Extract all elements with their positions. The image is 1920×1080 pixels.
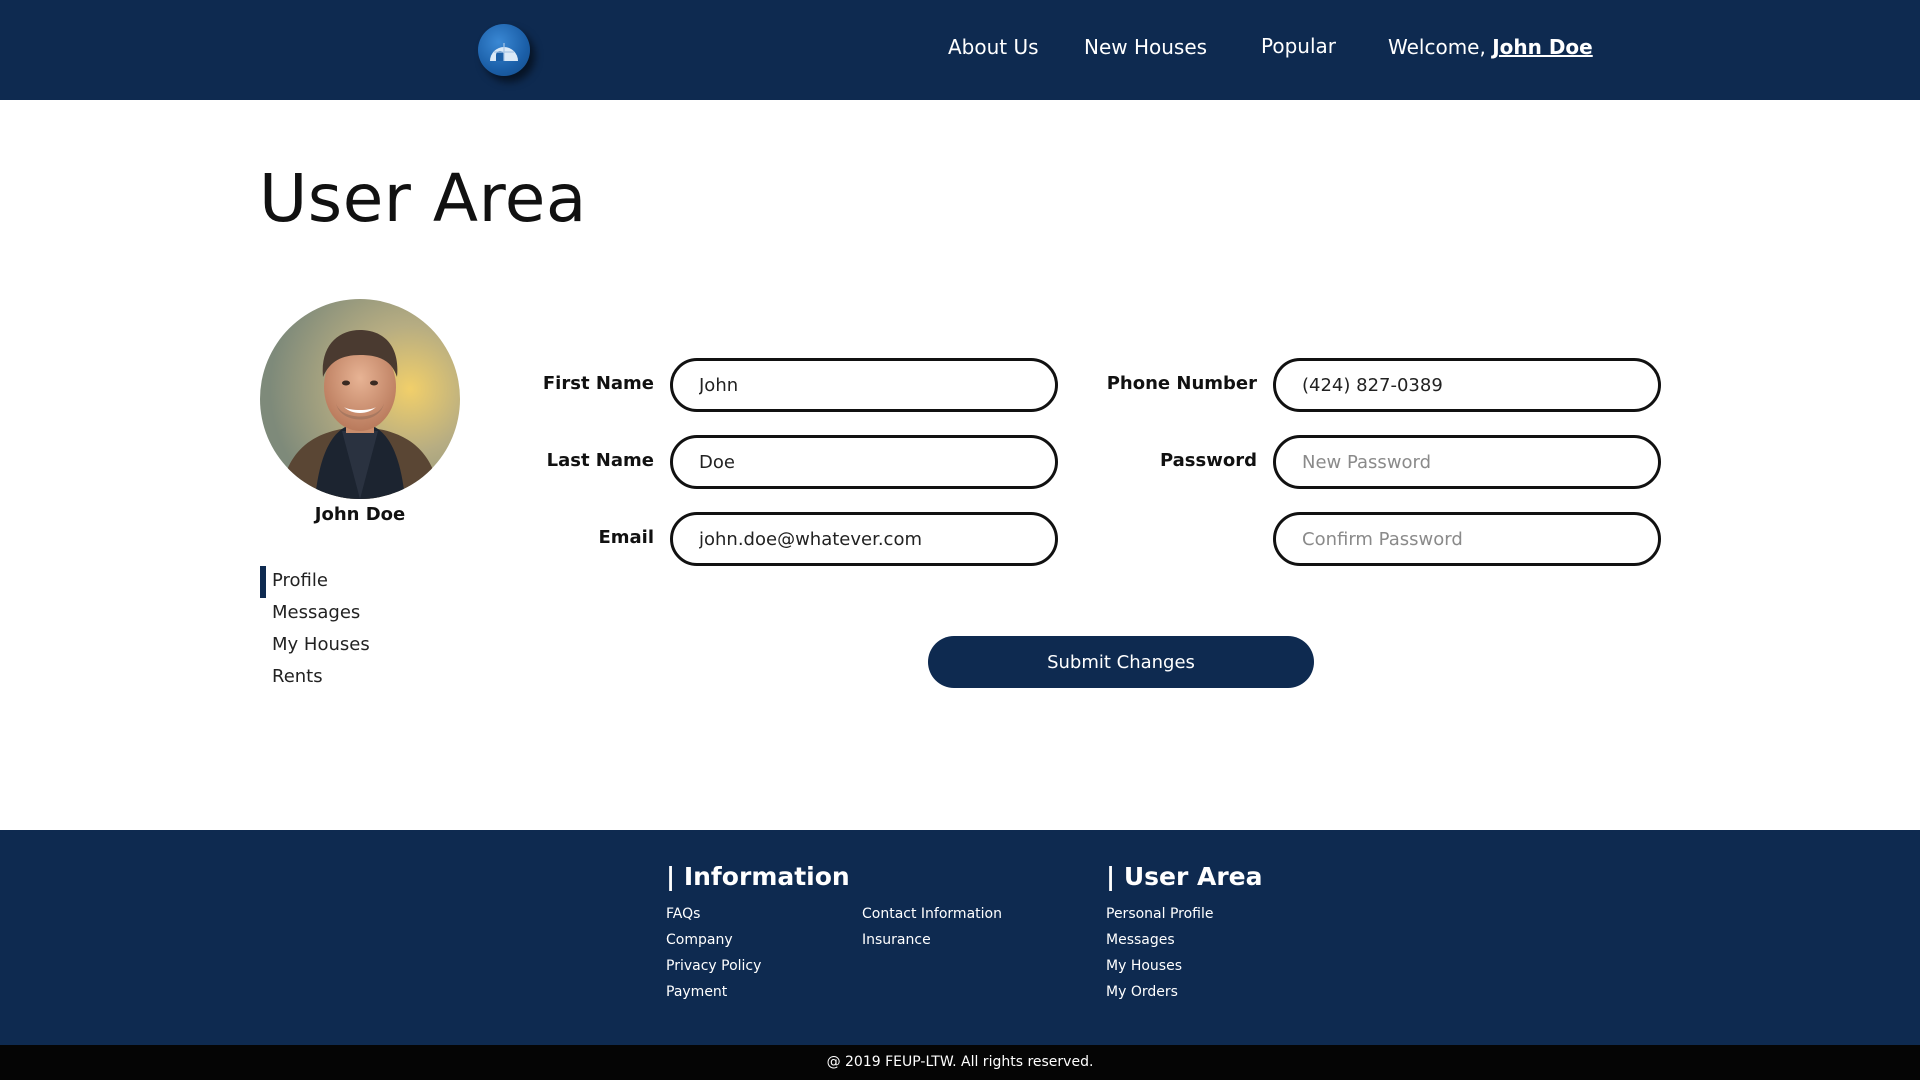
footer-information-heading: | Information [666, 862, 850, 891]
footer-link-my-houses[interactable]: My Houses [1106, 958, 1182, 974]
nav-new-houses[interactable]: New Houses [1084, 35, 1207, 59]
user-area-side-nav: Profile Messages My Houses Rents [260, 566, 370, 694]
last-name-field[interactable] [670, 435, 1058, 489]
email-label: Email [598, 527, 654, 548]
user-avatar [260, 299, 460, 499]
profile-name: John Doe [314, 504, 406, 525]
side-nav-rents[interactable]: Rents [260, 662, 370, 694]
footer-link-privacy-policy[interactable]: Privacy Policy [666, 958, 761, 974]
first-name-field[interactable] [670, 358, 1058, 412]
footer-link-insurance[interactable]: Insurance [862, 932, 931, 948]
footer-link-contact-information[interactable]: Contact Information [862, 906, 1002, 922]
footer-link-messages[interactable]: Messages [1106, 932, 1175, 948]
password-label: Password [1159, 450, 1257, 471]
welcome-greeting: Welcome, John Doe [1388, 35, 1593, 59]
footer-link-my-orders[interactable]: My Orders [1106, 984, 1178, 1000]
phone-number-label: Phone Number [1106, 373, 1257, 394]
footer-user-area-heading: | User Area [1106, 862, 1263, 891]
phone-number-field[interactable] [1273, 358, 1661, 412]
nav-popular[interactable]: Popular [1261, 34, 1336, 58]
page-title: User Area [259, 160, 587, 237]
footer: | Information FAQs Company Privacy Polic… [0, 830, 1920, 1045]
first-name-label: First Name [542, 373, 654, 394]
side-nav-my-houses[interactable]: My Houses [260, 630, 370, 662]
footer-link-personal-profile[interactable]: Personal Profile [1106, 906, 1214, 922]
side-nav-messages[interactable]: Messages [260, 598, 370, 630]
top-navbar: About Us New Houses Popular Welcome, Joh… [0, 0, 1920, 100]
copyright-text: @ 2019 FEUP-LTW. All rights reserved. [826, 1054, 1094, 1070]
user-profile-link[interactable]: John Doe [1492, 35, 1593, 59]
welcome-prefix: Welcome, [1388, 35, 1486, 59]
home-logo[interactable] [478, 24, 530, 76]
copyright-bar: @ 2019 FEUP-LTW. All rights reserved. [0, 1045, 1920, 1080]
footer-link-faqs[interactable]: FAQs [666, 906, 700, 922]
new-password-field[interactable] [1273, 435, 1661, 489]
side-nav-profile[interactable]: Profile [260, 566, 370, 598]
submit-changes-button[interactable]: Submit Changes [928, 636, 1314, 688]
last-name-label: Last Name [546, 450, 654, 471]
nav-about-us[interactable]: About Us [948, 35, 1039, 59]
confirm-password-field[interactable] [1273, 512, 1661, 566]
footer-link-company[interactable]: Company [666, 932, 733, 948]
footer-link-payment[interactable]: Payment [666, 984, 727, 1000]
email-field[interactable] [670, 512, 1058, 566]
